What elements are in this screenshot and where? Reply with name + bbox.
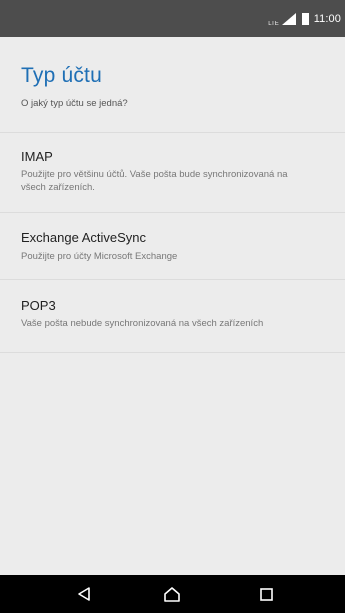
status-icons: LTE 11:00 <box>268 10 341 27</box>
page-subtitle: O jaký typ účtu se jedná? <box>21 98 128 109</box>
recent-apps-icon <box>259 587 273 601</box>
status-time: 11:00 <box>313 12 341 25</box>
account-type-description: Použijte pro účty Microsoft Exchange <box>21 251 178 262</box>
recent-apps-button[interactable] <box>236 575 296 613</box>
account-type-list: IMAP Použijte pro většinu účtů. Vaše poš… <box>0 133 345 353</box>
page-title: Typ účtu <box>21 64 102 87</box>
account-type-title: POP3 <box>21 298 56 313</box>
account-type-imap[interactable]: IMAP Použijte pro většinu účtů. Vaše poš… <box>0 133 345 213</box>
battery-icon <box>301 12 309 25</box>
account-type-pop3[interactable]: POP3 Vaše pošta nebude synchronizovaná n… <box>0 280 345 353</box>
account-type-description: Použijte pro většinu účtů. Vaše pošta bu… <box>21 169 288 193</box>
page-header: Typ účtu O jaký typ účtu se jedná? <box>0 37 345 133</box>
navigation-bar <box>0 575 345 613</box>
signal-icon <box>281 12 296 25</box>
account-type-exchange[interactable]: Exchange ActiveSync Použijte pro účty Mi… <box>0 213 345 280</box>
back-button[interactable] <box>54 575 114 613</box>
account-type-title: Exchange ActiveSync <box>21 230 147 245</box>
back-icon <box>78 587 90 601</box>
home-icon <box>164 586 180 602</box>
home-button[interactable] <box>142 575 202 613</box>
status-bar: LTE 11:00 <box>0 0 345 37</box>
account-type-title: IMAP <box>21 149 53 164</box>
network-type-label: LTE <box>268 21 279 27</box>
account-type-description: Vaše pošta nebude synchronizovaná na vše… <box>21 318 264 329</box>
